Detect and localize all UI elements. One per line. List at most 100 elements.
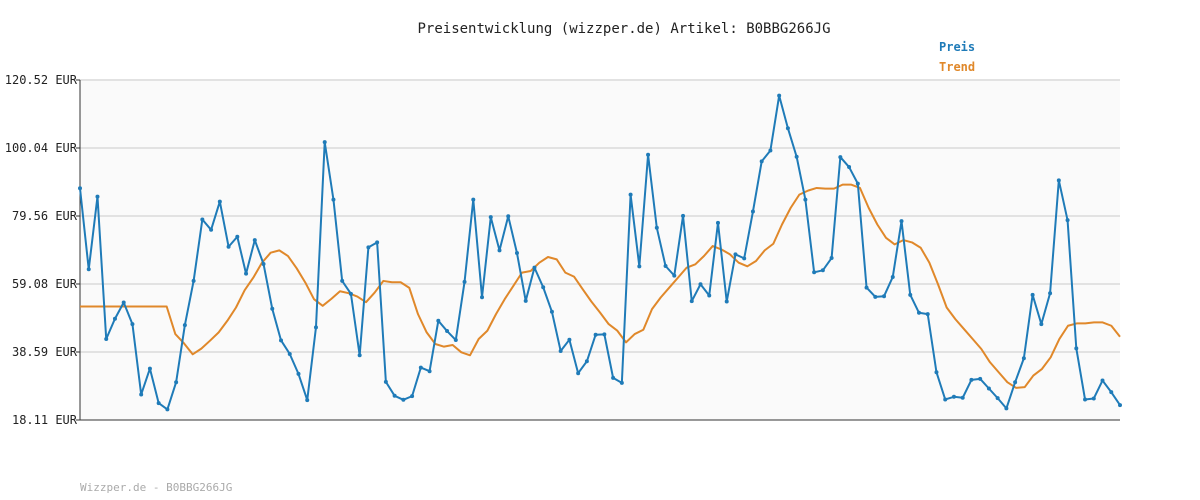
legend-label-trend: Trend [939, 60, 975, 74]
data-point-preis [593, 332, 598, 337]
data-point-preis [908, 292, 913, 297]
data-point-preis [820, 268, 825, 273]
data-point-preis [715, 220, 720, 225]
data-point-preis [777, 93, 782, 98]
data-point-preis [619, 380, 624, 385]
y-tick-label: 38.59 EUR [12, 345, 78, 359]
y-tick-label: 100.04 EUR [5, 141, 78, 155]
data-point-preis [322, 140, 327, 145]
data-point-preis [663, 263, 668, 268]
data-point-preis [681, 213, 686, 218]
data-point-preis [1004, 406, 1009, 411]
data-point-preis [1074, 346, 1079, 351]
legend-label-preis: Preis [939, 40, 975, 54]
data-point-preis [864, 285, 869, 290]
data-point-preis [584, 359, 589, 364]
data-point-preis [1056, 178, 1061, 183]
data-point-preis [261, 261, 266, 266]
data-point-preis [340, 278, 345, 283]
data-point-preis [313, 325, 318, 330]
data-point-preis [794, 154, 799, 159]
data-point-preis [576, 371, 581, 376]
data-point-preis [628, 192, 633, 197]
data-point-preis [672, 273, 677, 278]
y-tick-label: 18.11 EUR [12, 413, 78, 427]
data-point-preis [847, 165, 852, 170]
data-point-preis [1039, 322, 1044, 327]
data-point-preis [523, 298, 528, 303]
data-point-preis [803, 197, 808, 202]
data-point-preis [969, 377, 974, 382]
data-point-preis [121, 300, 126, 305]
data-point-preis [139, 392, 144, 397]
chart-title: Preisentwicklung (wizzper.de) Artikel: B… [417, 21, 830, 37]
data-point-preis [1013, 380, 1018, 385]
data-point-preis [191, 278, 196, 283]
data-point-preis [1065, 218, 1070, 223]
data-point-preis [471, 197, 476, 202]
data-point-preis [244, 271, 249, 276]
data-point-preis [331, 197, 336, 202]
data-point-preis [943, 397, 948, 402]
data-point-preis [78, 186, 82, 191]
data-point-preis [812, 270, 817, 275]
data-point-preis [1021, 356, 1026, 361]
data-point-preis [209, 227, 214, 232]
data-point-preis [1100, 378, 1105, 383]
data-point-preis [1091, 396, 1096, 401]
data-point-preis [899, 219, 904, 224]
data-point-preis [785, 126, 790, 131]
data-point-preis [1048, 291, 1053, 296]
data-point-preis [558, 348, 563, 353]
data-point-preis [357, 353, 362, 358]
data-point-preis [104, 337, 109, 342]
data-point-preis [882, 294, 887, 299]
data-point-preis [995, 396, 1000, 401]
data-point-preis [279, 338, 284, 343]
data-point-preis [838, 155, 843, 160]
data-point-preis [305, 398, 310, 403]
data-point-preis [401, 397, 406, 402]
data-point-preis [375, 240, 380, 245]
price-chart: Preisentwicklung (wizzper.de) Artikel: B… [0, 0, 1200, 500]
data-point-preis [174, 380, 179, 385]
data-point-preis [445, 329, 450, 334]
data-point-preis [654, 225, 659, 230]
data-point-preis [514, 251, 519, 256]
data-point-preis [960, 395, 965, 400]
data-point-preis [1118, 403, 1122, 408]
data-point-preis [750, 209, 755, 214]
data-point-preis [549, 309, 554, 314]
data-point-preis [383, 379, 388, 384]
data-point-preis [698, 282, 703, 287]
data-point-preis [480, 295, 485, 300]
data-point-preis [95, 194, 100, 199]
data-point-preis [287, 351, 292, 356]
data-point-preis [86, 267, 91, 272]
y-tick-label: 59.08 EUR [12, 277, 78, 291]
data-point-preis [252, 238, 257, 243]
data-point-preis [427, 369, 432, 374]
data-point-preis [1109, 390, 1114, 395]
data-point-preis [855, 181, 860, 186]
data-point-preis [768, 148, 773, 153]
data-point-preis [1083, 397, 1088, 402]
data-point-preis [112, 316, 117, 321]
plot-area [80, 80, 1120, 420]
data-point-preis [130, 322, 135, 327]
data-point-preis [916, 310, 921, 315]
data-point-preis [488, 215, 493, 220]
data-point-preis [707, 293, 712, 298]
y-tick-label: 79.56 EUR [12, 209, 78, 223]
data-point-preis [646, 152, 651, 157]
data-point-preis [951, 394, 956, 399]
data-point-preis [182, 323, 187, 328]
data-point-preis [296, 371, 301, 376]
data-point-preis [348, 291, 353, 296]
data-point-preis [689, 299, 694, 304]
data-point-preis [759, 159, 764, 164]
data-point-preis [986, 386, 991, 391]
data-point-preis [410, 394, 415, 399]
data-point-preis [506, 214, 511, 219]
data-point-preis [462, 279, 467, 284]
